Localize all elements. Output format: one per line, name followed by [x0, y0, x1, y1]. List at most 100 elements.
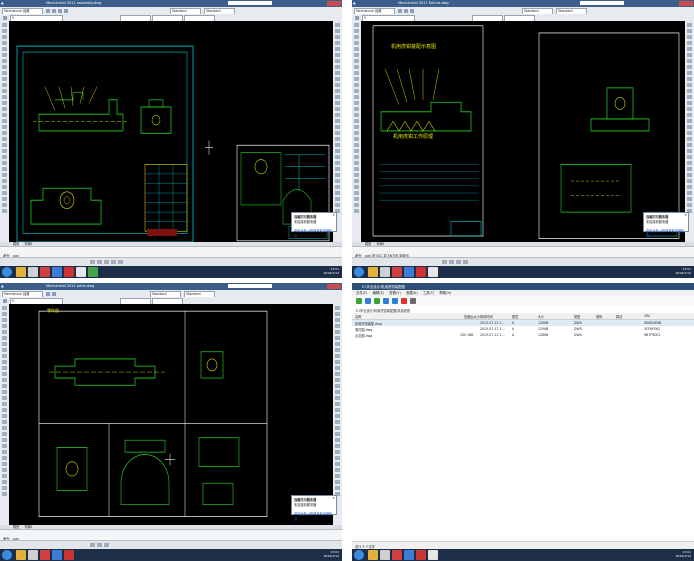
ortho-icon[interactable]	[104, 260, 109, 264]
col-password[interactable]: 密码	[596, 314, 602, 319]
explorer-taskbar-icon[interactable]	[16, 267, 26, 277]
layer-manager-icon[interactable]	[3, 15, 7, 20]
notify-link[interactable]: 单击此处以获得其他详细信息	[294, 228, 334, 238]
search-input[interactable]	[228, 284, 272, 288]
notification-balloon[interactable]: × 远端打印服务器 未连接到服务器 单击此处以获得其他详细信息	[291, 495, 337, 521]
browser-taskbar-icon[interactable]	[52, 550, 62, 560]
notify-link[interactable]: 单击此处以获得其他详细信息	[294, 511, 334, 521]
explorer-taskbar-icon[interactable]	[368, 550, 378, 560]
new-icon[interactable]	[46, 8, 50, 13]
autocad-taskbar-icon[interactable]	[392, 550, 402, 560]
notify-link[interactable]: 单击此处以获得其他详细信息	[646, 228, 686, 238]
info-icon[interactable]	[410, 298, 416, 304]
word-taskbar-icon[interactable]	[428, 550, 438, 560]
table-row[interactable]: 示意图.dwg 100 168 2015-07-12 1... A 128KB …	[352, 332, 694, 338]
col-crc[interactable]: CRC	[644, 314, 651, 318]
start-button[interactable]	[2, 550, 12, 560]
browser-taskbar-icon[interactable]	[404, 550, 414, 560]
osnap-icon[interactable]	[118, 260, 123, 264]
snap-icon[interactable]	[90, 543, 95, 547]
notification-balloon[interactable]: × 远端打印服务器 未连接到服务器 单击此处以获得其他详细信息	[643, 212, 689, 238]
word-taskbar-icon[interactable]	[428, 267, 438, 277]
window-controls[interactable]	[327, 1, 341, 6]
grid-icon[interactable]	[449, 260, 454, 264]
snap-icon[interactable]	[90, 260, 95, 264]
close-icon[interactable]: ×	[332, 213, 335, 217]
copy-icon[interactable]	[383, 298, 389, 304]
new-icon[interactable]	[398, 8, 402, 13]
new-icon[interactable]	[46, 291, 50, 296]
start-button[interactable]	[354, 267, 364, 277]
search-input[interactable]	[580, 1, 624, 5]
acrobat-taskbar-icon[interactable]	[64, 267, 74, 277]
add-icon[interactable]	[356, 298, 362, 304]
move-icon[interactable]	[392, 298, 398, 304]
extract-icon[interactable]	[365, 298, 371, 304]
col-packed[interactable]: 压缩后大小	[464, 314, 480, 319]
notification-balloon[interactable]: × 远端打印服务器 未连接到服务器 单击此处以获得其他详细信息	[291, 212, 337, 238]
open-icon[interactable]	[52, 291, 56, 296]
ortho-icon[interactable]	[456, 260, 461, 264]
acrobat-taskbar-icon[interactable]	[64, 550, 74, 560]
drawing-canvas[interactable]: 零件图	[9, 304, 333, 525]
polar-icon[interactable]	[111, 260, 116, 264]
app-taskbar-icon[interactable]	[380, 550, 390, 560]
menu-favorites[interactable]: 收藏(A)	[406, 291, 418, 295]
start-button[interactable]	[2, 267, 12, 277]
col-name[interactable]: 名称	[355, 314, 361, 319]
open-icon[interactable]	[404, 8, 408, 13]
col-size[interactable]: 大小	[538, 314, 544, 319]
ortho-icon[interactable]	[104, 543, 109, 547]
acrobat-taskbar-icon[interactable]	[416, 550, 426, 560]
window-controls[interactable]	[327, 284, 341, 289]
autocad-taskbar-icon[interactable]	[40, 550, 50, 560]
drawing-canvas[interactable]	[9, 21, 333, 242]
app-menu-icon[interactable]: ▲	[1, 1, 4, 5]
menu-tools[interactable]: 工具(T)	[423, 291, 435, 295]
col-attr[interactable]: 属性	[512, 314, 518, 319]
browser-taskbar-icon[interactable]	[52, 267, 62, 277]
start-button[interactable]	[354, 550, 364, 560]
explorer-taskbar-icon[interactable]	[368, 267, 378, 277]
autocad-taskbar-icon[interactable]	[392, 267, 402, 277]
explorer-taskbar-icon[interactable]	[16, 550, 26, 560]
menu-view[interactable]: 查看(V)	[389, 291, 401, 295]
clock[interactable]: 13:01 2016/7/12	[676, 550, 691, 559]
polar-icon[interactable]	[463, 260, 468, 264]
grid-icon[interactable]	[97, 260, 102, 264]
acrobat-taskbar-icon[interactable]	[416, 267, 426, 277]
app-menu-icon[interactable]: ▲	[353, 1, 356, 5]
save-icon[interactable]	[410, 8, 414, 13]
clock[interactable]: 13:01 2016/7/12	[324, 267, 339, 276]
print-icon[interactable]	[64, 8, 68, 13]
app-menu-icon[interactable]: ▲	[1, 284, 4, 288]
grid-icon[interactable]	[97, 543, 102, 547]
word-taskbar-icon[interactable]	[76, 267, 86, 277]
save-icon[interactable]	[58, 8, 62, 13]
browser-taskbar-icon[interactable]	[404, 267, 414, 277]
col-method[interactable]: 算法	[616, 314, 622, 319]
drawing-canvas[interactable]: 机用虎钳装配示意图 机用虎钳工作原理	[361, 21, 685, 242]
menu-file[interactable]: 文件(F)	[356, 291, 367, 295]
clock[interactable]: 13:01 2016/7/12	[676, 267, 691, 276]
menu-help[interactable]: 帮助(H)	[439, 291, 451, 295]
open-icon[interactable]	[52, 8, 56, 13]
layer-manager-icon[interactable]	[355, 15, 359, 20]
test-icon[interactable]	[374, 298, 380, 304]
app-taskbar-icon[interactable]	[28, 267, 38, 277]
col-type[interactable]: 类型	[574, 314, 580, 319]
snap-icon[interactable]	[442, 260, 447, 264]
clock[interactable]: 13:01 2016/7/12	[324, 550, 339, 559]
col-modified[interactable]: 修改时间	[480, 314, 493, 319]
close-icon[interactable]: ×	[684, 213, 687, 217]
app2-taskbar-icon[interactable]	[88, 267, 98, 277]
close-icon[interactable]: ×	[332, 496, 335, 500]
app-taskbar-icon[interactable]	[28, 550, 38, 560]
app-taskbar-icon[interactable]	[380, 267, 390, 277]
menu-edit[interactable]: 编辑(E)	[372, 291, 384, 295]
layer-manager-icon[interactable]	[3, 298, 7, 303]
delete-icon[interactable]	[401, 298, 407, 304]
window-controls[interactable]	[679, 1, 693, 6]
search-input[interactable]	[228, 1, 272, 5]
autocad-taskbar-icon[interactable]	[40, 267, 50, 277]
